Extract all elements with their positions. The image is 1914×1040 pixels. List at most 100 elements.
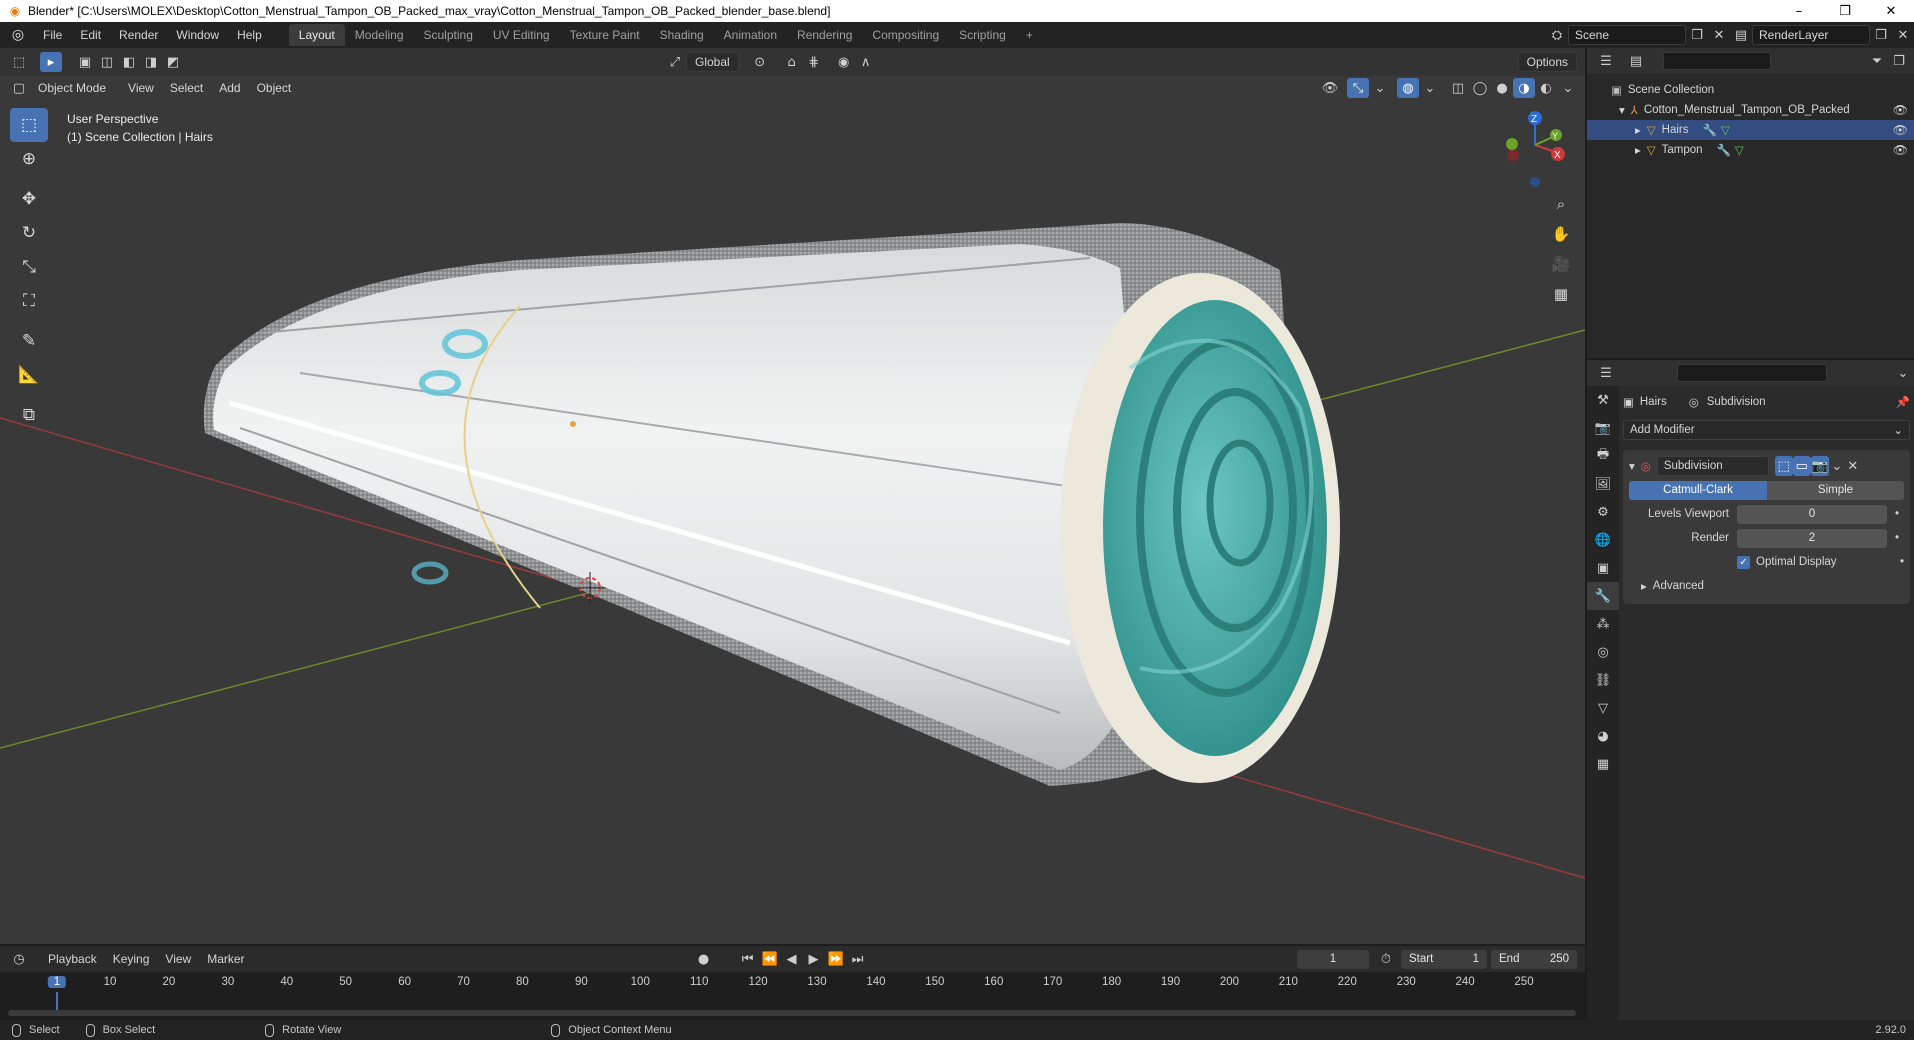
- pivot-point-icon[interactable]: ⊙: [749, 52, 771, 72]
- preview-range-icon[interactable]: ⏱: [1375, 949, 1397, 969]
- renderlayer-icon[interactable]: ▤: [1730, 25, 1752, 45]
- close-window-button[interactable]: ✕: [1868, 0, 1914, 22]
- tab-layout[interactable]: Layout: [288, 24, 345, 46]
- select-intersect-icon[interactable]: ◩: [162, 52, 184, 72]
- blender-logo-icon[interactable]: ◎: [8, 25, 28, 45]
- world-tab-icon[interactable]: 🌐: [1587, 526, 1619, 554]
- tab-rendering[interactable]: Rendering: [787, 24, 862, 46]
- gizmo-neg-x-ball[interactable]: [1507, 149, 1519, 161]
- catmull-clark-button[interactable]: Catmull-Clark: [1629, 480, 1767, 500]
- select-invert-icon[interactable]: ◨: [140, 52, 162, 72]
- modifier-wrench-icon[interactable]: 🔧: [1702, 123, 1716, 137]
- tab-animation[interactable]: Animation: [714, 24, 787, 46]
- texture-tab-icon[interactable]: ▦: [1587, 750, 1619, 778]
- tab-compositing[interactable]: Compositing: [862, 24, 949, 46]
- show-gizmo-icon[interactable]: ⤡: [1347, 78, 1369, 98]
- snap-target-icon[interactable]: ⋕: [803, 52, 825, 72]
- ortho-grid-icon[interactable]: ▦: [1547, 280, 1575, 308]
- select-subtract-icon[interactable]: ◧: [118, 52, 140, 72]
- outliner-object-tampon[interactable]: ▸ ▽ Tampon 🔧 ▽ 👁: [1587, 140, 1914, 160]
- mode-dropdown[interactable]: Object Mode: [30, 79, 114, 97]
- menu-render[interactable]: Render: [110, 28, 167, 42]
- object-tab-icon[interactable]: ▣: [1587, 554, 1619, 582]
- pan-hand-icon[interactable]: ✋: [1547, 220, 1575, 248]
- viewport-scene[interactable]: Z X Y: [0, 48, 1585, 944]
- play-icon[interactable]: ▶: [803, 949, 825, 969]
- proportional-editing-icon[interactable]: ◉: [833, 52, 855, 72]
- gizmo-dropdown-icon[interactable]: ⌄: [1369, 78, 1391, 98]
- expand-arrow-icon[interactable]: ▾: [1619, 103, 1625, 117]
- optimal-display-checkbox[interactable]: ✓: [1737, 555, 1750, 569]
- gizmo-neg-y-ball[interactable]: [1506, 138, 1518, 150]
- end-frame-field[interactable]: End 250: [1491, 949, 1577, 969]
- renderlayer-field[interactable]: RenderLayer: [1752, 25, 1870, 45]
- outliner-editor-type-icon[interactable]: ☰: [1595, 51, 1617, 71]
- maximize-button[interactable]: ❐: [1822, 0, 1868, 22]
- timeline-menu-playback[interactable]: Playback: [40, 950, 105, 968]
- mesh-data-icon[interactable]: ▽: [1735, 143, 1744, 157]
- modifier-name-field[interactable]: Subdivision: [1656, 456, 1769, 476]
- jump-keyframe-back-icon[interactable]: ⏪: [759, 949, 781, 969]
- expand-arrow-icon[interactable]: ▸: [1635, 143, 1641, 157]
- display-mode-icon[interactable]: ▤: [1625, 51, 1647, 71]
- scale-tool[interactable]: ⤡: [10, 250, 48, 284]
- jump-start-icon[interactable]: ⏮: [737, 949, 759, 969]
- scene-field[interactable]: Scene: [1568, 25, 1686, 45]
- viewport-menu-add[interactable]: Add: [211, 79, 248, 97]
- zoom-icon[interactable]: ⌕: [1547, 190, 1575, 218]
- options-dropdown[interactable]: Options: [1517, 52, 1577, 72]
- timeline-editor-type-icon[interactable]: ◷: [8, 949, 30, 969]
- select-box-mode-icon[interactable]: ▸: [40, 52, 62, 72]
- cursor-tool[interactable]: ⊕: [10, 142, 48, 176]
- select-extend-icon[interactable]: ◫: [96, 52, 118, 72]
- timeline-menu-marker[interactable]: Marker: [199, 950, 252, 968]
- scene-tab-icon[interactable]: ⚙: [1587, 498, 1619, 526]
- tab-scripting[interactable]: Scripting: [949, 24, 1016, 46]
- tab-texture-paint[interactable]: Texture Paint: [560, 24, 650, 46]
- auto-keying-icon[interactable]: ●: [693, 949, 715, 969]
- outliner-scene-collection[interactable]: ▣ Scene Collection: [1587, 80, 1914, 100]
- viewport-menu-select[interactable]: Select: [162, 79, 211, 97]
- editmode-toggle-icon[interactable]: ⬚: [1774, 456, 1793, 476]
- keyframe-dot-icon[interactable]: •: [1895, 508, 1899, 520]
- camera-view-icon[interactable]: 🎥: [1547, 250, 1575, 278]
- proportional-falloff-icon[interactable]: ∧: [855, 52, 877, 72]
- remove-modifier-icon[interactable]: ✕: [1845, 456, 1861, 476]
- menu-edit[interactable]: Edit: [71, 28, 110, 42]
- play-reverse-icon[interactable]: ◀: [781, 949, 803, 969]
- overlays-dropdown-icon[interactable]: ⌄: [1419, 78, 1441, 98]
- keyframe-dot-icon[interactable]: •: [1895, 532, 1899, 544]
- viewport-menu-view[interactable]: View: [120, 79, 162, 97]
- expand-arrow-icon[interactable]: ▸: [1635, 123, 1641, 137]
- physics-tab-icon[interactable]: ◎: [1587, 638, 1619, 666]
- measure-tool[interactable]: 📐: [10, 358, 48, 392]
- menu-help[interactable]: Help: [228, 28, 271, 42]
- view-layer-tab-icon[interactable]: 🖼: [1587, 470, 1619, 498]
- timeline-menu-view[interactable]: View: [157, 950, 199, 968]
- editor-type-icon[interactable]: ⬚: [8, 52, 30, 72]
- shading-wireframe-icon[interactable]: ◯: [1469, 78, 1491, 98]
- timeline-scrollbar[interactable]: [8, 1010, 1576, 1016]
- outliner-collection-row[interactable]: ▾ ⅄ Cotton_Menstrual_Tampon_OB_Packed 👁: [1587, 100, 1914, 120]
- render-tab-icon[interactable]: 📷: [1587, 414, 1619, 442]
- object-visibility-icon[interactable]: 👁: [1319, 78, 1341, 98]
- delete-scene-icon[interactable]: ✕: [1708, 25, 1730, 45]
- playhead-line[interactable]: [56, 992, 58, 1010]
- 3d-viewport[interactable]: Z X Y ⬚ ▸ ▣ ◫ ◧ ◨ ◩ ⤢ Global ⊙ ⌂ ⋕ ◉ ∧ O…: [0, 48, 1585, 944]
- timeline-ruler[interactable]: 1 10 20 30 40 50 60 70 80 90 100 110 120 130 140 150 160…: [0, 972, 1585, 1020]
- filter-icon[interactable]: ⏷: [1866, 51, 1888, 71]
- move-tool[interactable]: ✥: [10, 182, 48, 216]
- current-frame-field[interactable]: 1: [1297, 949, 1369, 969]
- modifier-tab-icon[interactable]: 🔧: [1587, 582, 1619, 610]
- menu-file[interactable]: File: [34, 28, 71, 42]
- jump-end-icon[interactable]: ⏭: [847, 949, 869, 969]
- tab-sculpting[interactable]: Sculpting: [414, 24, 483, 46]
- select-box-tool[interactable]: ⬚: [10, 108, 48, 142]
- expand-arrow-icon[interactable]: ▸: [1641, 579, 1647, 593]
- realtime-toggle-icon[interactable]: ▭: [1792, 456, 1811, 476]
- new-scene-icon[interactable]: ❐: [1686, 25, 1708, 45]
- data-tab-icon[interactable]: ▽: [1587, 694, 1619, 722]
- start-frame-field[interactable]: Start 1: [1401, 949, 1487, 969]
- gizmo-neg-z-ball[interactable]: [1530, 177, 1540, 187]
- transform-orientation-dropdown[interactable]: Global: [686, 52, 739, 72]
